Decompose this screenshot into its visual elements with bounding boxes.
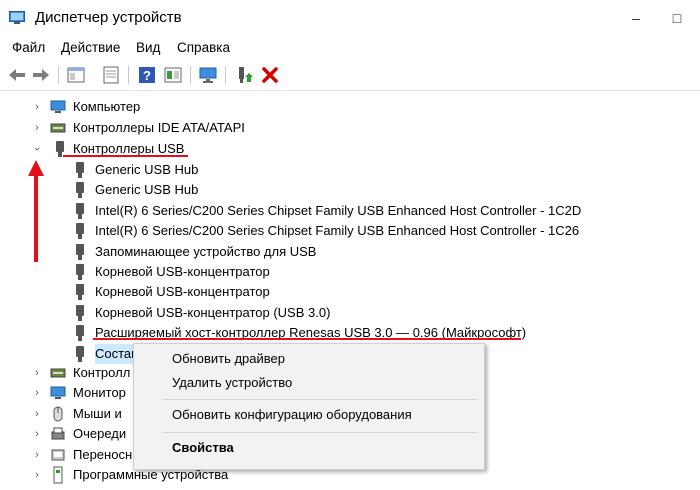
context-update-driver[interactable]: Обновить драйвер: [172, 351, 285, 366]
context-separator: [162, 432, 478, 433]
annotation-arrow-up-head: [28, 160, 44, 176]
context-menu: Обновить драйвер Удалить устройство Обно…: [133, 343, 485, 470]
context-separator: [162, 399, 478, 400]
context-properties[interactable]: Свойства: [172, 440, 234, 455]
context-uninstall-device[interactable]: Удалить устройство: [172, 375, 292, 390]
context-scan-hardware[interactable]: Обновить конфигурацию оборудования: [172, 407, 412, 422]
